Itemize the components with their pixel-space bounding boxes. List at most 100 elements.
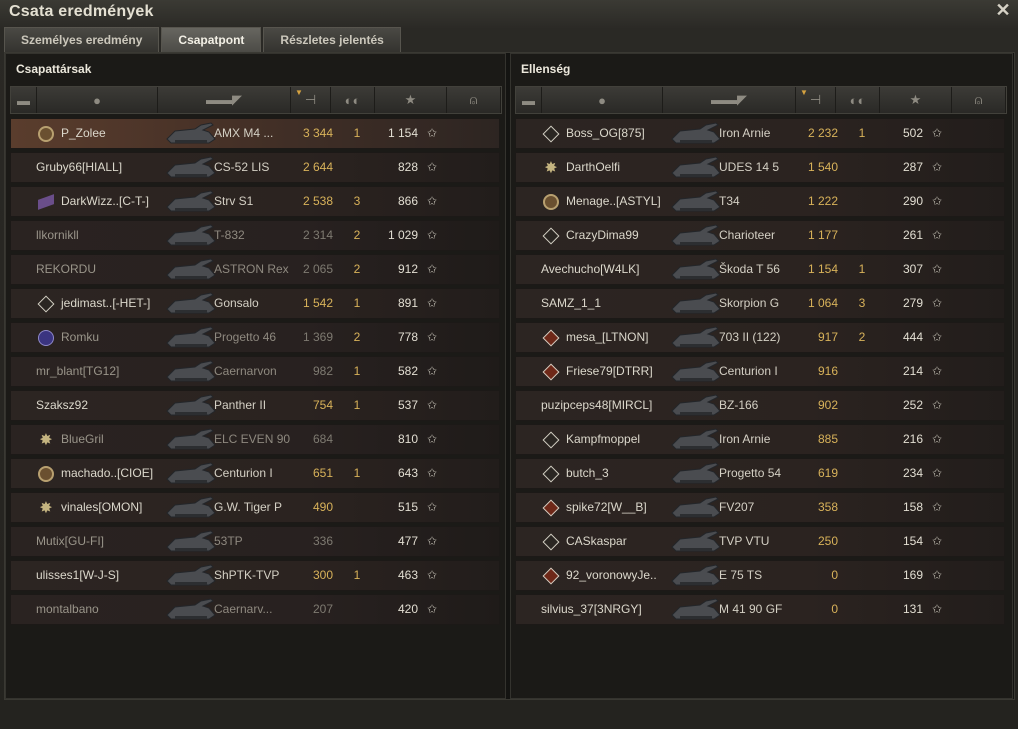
star-icon: ✩ (427, 364, 438, 378)
xp-star-icon-header[interactable]: ★ (375, 87, 447, 113)
tank-icon (161, 189, 221, 215)
damage-value: 684 (312, 432, 333, 446)
tank-icon (161, 121, 221, 147)
star-icon: ✩ (932, 160, 943, 174)
damage-icon-header[interactable]: ⊣ ▼ (796, 87, 836, 113)
player-row[interactable]: ulisses1[W-J-S] ShPTK-TVP 300 1 463 ✩ (10, 560, 500, 591)
player-row[interactable]: Szaksz92 Panther II 754 1 537 ✩ (10, 390, 500, 421)
player-row[interactable]: Friese79[DTRR] Centurion I 916 214 ✩ (515, 356, 1005, 387)
kills-icon-header[interactable]: ◐◐ (331, 87, 375, 113)
tank-icon (666, 325, 726, 351)
player-row[interactable]: puzipceps48[MIRCL] BZ-166 902 252 ✩ (515, 390, 1005, 421)
medal-icon-header[interactable]: ⍝ (952, 87, 1006, 113)
player-name: montalbano (36, 602, 99, 616)
player-icon-header[interactable]: ● (37, 87, 158, 113)
player-row[interactable]: Mutix[GU-FI] 53TP 336 477 ✩ (10, 526, 500, 557)
medal-icon: ⍝ (469, 92, 478, 107)
player-row[interactable]: ✸ vinales[OMON] G.W. Tiger P 490 515 ✩ (10, 492, 500, 523)
xp-value: 216 (902, 432, 923, 446)
platoon-icon: ▬ (522, 92, 535, 108)
damage-value: 358 (817, 500, 838, 514)
xp-star-icon-header[interactable]: ★ (880, 87, 952, 113)
player-row[interactable]: CrazyDima99 Charioteer 1 177 261 ✩ (515, 220, 1005, 251)
player-row[interactable]: Boss_OG[875] Iron Arnie 2 232 1 502 ✩ (515, 118, 1005, 149)
xp-value: 169 (902, 568, 923, 582)
damage-value: 754 (312, 398, 333, 412)
player-row[interactable]: silvius_37[3NRGY] M 41 90 GF 0 131 ✩ (515, 594, 1005, 625)
player-row[interactable]: Romku Progetto 46 1 369 2 778 ✩ (10, 322, 500, 353)
damage-value: 2 644 (302, 160, 333, 174)
player-row[interactable]: Gruby66[HIALL] CS-52 LIS 2 644 828 ✩ (10, 152, 500, 183)
vehicle-name: Progetto 46 (214, 330, 277, 344)
damage-value: 1 369 (302, 330, 333, 344)
player-badge-icon (541, 566, 561, 586)
player-row[interactable]: P_Zolee AMX M4 ... 3 344 1 1 154 ✩ (10, 118, 500, 149)
player-row[interactable]: SAMZ_1_1 Skorpion G1 064 3 279 ✩ (515, 288, 1005, 319)
medal-icon-header[interactable]: ⍝ (447, 87, 501, 113)
player-row[interactable]: REKORDU ASTRON Rex 2 065 2 912 ✩ (10, 254, 500, 285)
damage-value: 2 232 (807, 126, 838, 140)
player-row[interactable]: ✸ DarthOelfi UDES 14 5 1 540 287 ✩ (515, 152, 1005, 183)
player-name: vinales[OMON] (61, 500, 143, 514)
vehicle-name: Iron Arnie (719, 432, 771, 446)
player-row[interactable]: DarkWizz..[C-T-] Strv S1 2 538 3 866 ✩ (10, 186, 500, 217)
star-icon: ✩ (932, 228, 943, 242)
tab-personal-results[interactable]: Személyes eredmény (4, 27, 160, 52)
player-name: BlueGril (61, 432, 104, 446)
damage-value: 490 (312, 500, 333, 514)
player-row[interactable]: Menage..[ASTYL] T34 1 222 290 ✩ (515, 186, 1005, 217)
enemies-panel: Ellenség ▬ ● ▬▬◤ ⊣ ▼ ◐◐ ★ ⍝ Boss_OG[875] Iron Ar… (510, 53, 1013, 699)
xp-value: 912 (397, 262, 418, 276)
kills-icon-header[interactable]: ◐◐ (836, 87, 880, 113)
star-icon: ✩ (932, 432, 943, 446)
player-name: Friese79[DTRR] (566, 364, 653, 378)
player-row[interactable]: machado..[CIOE] Centurion I 651 1 643 ✩ (10, 458, 500, 489)
tab-detailed-report[interactable]: Részletes jelentés (263, 27, 401, 52)
player-row[interactable]: Avechucho[W4LK] Škoda T 56 1 154 1 307 ✩ (515, 254, 1005, 285)
tank-icon (666, 155, 726, 181)
player-row[interactable]: butch_3 Progetto 54 619 234 ✩ (515, 458, 1005, 489)
platoon-icon-header[interactable]: ▬ (11, 87, 37, 113)
damage-value: 0 (831, 602, 838, 616)
player-row[interactable]: ✸ BlueGril ELC EVEN 90 684 810 ✩ (10, 424, 500, 455)
xp-value: 279 (902, 296, 923, 310)
damage-icon-header[interactable]: ⊣ ▼ (291, 87, 331, 113)
platoon-icon-header[interactable]: ▬ (516, 87, 542, 113)
damage-value: 619 (817, 466, 838, 480)
player-row[interactable]: montalbano Caernarv... 207 420 ✩ (10, 594, 500, 625)
player-name: DarthOelfi (566, 160, 621, 174)
player-name: Szaksz92 (36, 398, 89, 412)
damage-value: 2 065 (302, 262, 333, 276)
player-row[interactable]: Kampfmoppel Iron Arnie 885 216 ✩ (515, 424, 1005, 455)
tank-icon-header[interactable]: ▬▬◤ (158, 87, 291, 113)
tab-team-score[interactable]: Csapatpont (161, 27, 262, 52)
tank-icon (161, 325, 221, 351)
vehicle-name: G.W. Tiger P (214, 500, 283, 514)
player-name: ulisses1[W-J-S] (36, 568, 120, 582)
player-icon-header[interactable]: ● (542, 87, 663, 113)
player-row[interactable]: mesa_[LTNON] 703 II (122) 917 2 444 ✩ (515, 322, 1005, 353)
xp-value: 290 (902, 194, 923, 208)
player-row[interactable]: llkornikll T-832 2 314 2 1 029 ✩ (10, 220, 500, 251)
tank-icon-header[interactable]: ▬▬◤ (663, 87, 796, 113)
tank-icon (666, 189, 726, 215)
player-badge-icon (541, 430, 561, 450)
xp-value: 234 (902, 466, 923, 480)
damage-value: 1 064 (807, 296, 838, 310)
player-row[interactable]: spike72[W__B] FV207 358 158 ✩ (515, 492, 1005, 523)
player-row[interactable]: jedimast..[-HET-] Gonsalo 1 542 1 891 ✩ (10, 288, 500, 319)
player-row[interactable]: mr_blant[TG12] Caernarvon 982 1 582 ✩ (10, 356, 500, 387)
star-icon: ✩ (427, 466, 438, 480)
kills-icon: ◐◐ (849, 92, 866, 108)
player-name: butch_3 (566, 466, 609, 480)
vehicle-name: E 75 TS (719, 568, 763, 582)
xp-value: 214 (902, 364, 923, 378)
player-row[interactable]: 92_voronowyJe.. E 75 TS 0 169 ✩ (515, 560, 1005, 591)
player-badge-icon (541, 192, 561, 212)
xp-value: 643 (397, 466, 418, 480)
xp-value: 131 (902, 602, 923, 616)
close-icon[interactable]: ✕ (994, 1, 1012, 19)
vehicle-name: Centurion I (214, 466, 273, 480)
vehicle-name: Progetto 54 (719, 466, 782, 480)
player-row[interactable]: CASkaspar TVP VTU 250 154 ✩ (515, 526, 1005, 557)
